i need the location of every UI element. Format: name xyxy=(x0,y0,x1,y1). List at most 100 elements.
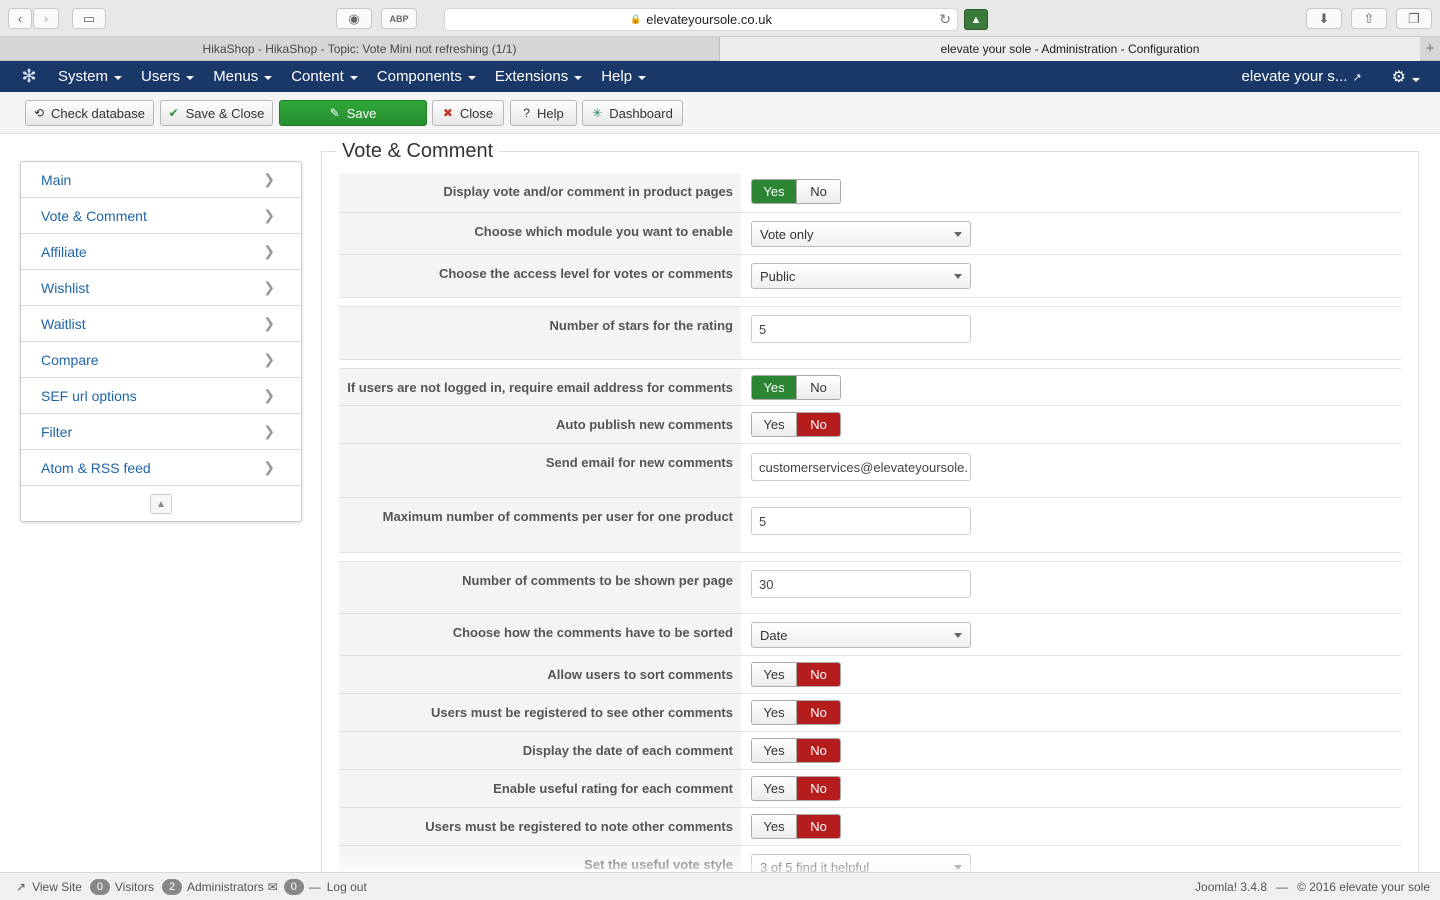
address-bar[interactable]: 🔒 elevateyoursole.co.uk ↻ xyxy=(444,8,958,31)
setting-row-send-email: Send email for new comments customerserv… xyxy=(339,444,1401,498)
registered-see-toggle[interactable]: Yes No xyxy=(751,700,841,725)
chevron-right-icon: ❯ xyxy=(263,351,275,367)
sidebar-item-wishlist[interactable]: Wishlist ❯ xyxy=(21,270,301,306)
no-option[interactable]: No xyxy=(796,180,840,203)
messages-badge[interactable]: 0 xyxy=(283,878,304,895)
no-option[interactable]: No xyxy=(796,777,840,800)
extension-icon[interactable]: ▲ xyxy=(964,9,988,30)
visitors-badge: 0 xyxy=(89,878,110,895)
yes-option[interactable]: Yes xyxy=(752,376,796,399)
dashboard-button[interactable]: ✳ Dashboard xyxy=(582,100,683,126)
sidebar-item-atom-rss[interactable]: Atom & RSS feed ❯ xyxy=(21,450,301,486)
downloads-icon[interactable]: ⬇ xyxy=(1306,8,1342,29)
sidebar-item-filter[interactable]: Filter ❯ xyxy=(21,414,301,450)
menu-components[interactable]: Components xyxy=(377,68,476,85)
menu-menus[interactable]: Menus xyxy=(213,68,273,85)
check-database-button[interactable]: ⟲ Check database xyxy=(25,100,154,126)
check-icon: ✔ xyxy=(168,106,179,120)
sidebar-toggle-icon[interactable]: ▭ xyxy=(72,8,106,29)
sidebar-item-main[interactable]: Main ❯ xyxy=(21,162,301,198)
scroll-top-icon[interactable]: ▲ xyxy=(150,494,172,514)
joomla-logo-icon[interactable]: ✻ xyxy=(0,66,58,87)
no-option[interactable]: No xyxy=(796,701,840,724)
privacy-extension-icon[interactable]: ◉ xyxy=(336,8,372,29)
access-level-select[interactable]: Public xyxy=(751,263,971,289)
useful-rating-toggle[interactable]: Yes No xyxy=(751,776,841,801)
help-button[interactable]: ? Help xyxy=(510,100,577,126)
setting-label: Choose which module you want to enable xyxy=(339,213,741,254)
yes-option[interactable]: Yes xyxy=(752,777,796,800)
admin-navbar: ✻ System Users Menus Content Components … xyxy=(0,61,1440,92)
sidebar-item-sef-url[interactable]: SEF url options ❯ xyxy=(21,378,301,414)
setting-row-max-comments: Maximum number of comments per user for … xyxy=(339,498,1401,553)
setting-row-useful-rating: Enable useful rating for each comment Ye… xyxy=(339,770,1401,808)
menu-system[interactable]: System xyxy=(58,68,123,85)
no-option[interactable]: No xyxy=(796,376,840,399)
tabs-overview-icon[interactable]: ❐ xyxy=(1396,8,1432,29)
yes-option[interactable]: Yes xyxy=(752,663,796,686)
show-date-toggle[interactable]: Yes No xyxy=(751,738,841,763)
auto-publish-toggle[interactable]: Yes No xyxy=(751,412,841,437)
chevron-right-icon: ❯ xyxy=(263,171,275,187)
logout-link[interactable]: Log out xyxy=(327,880,367,894)
comments-per-page-input[interactable]: 30 xyxy=(751,570,971,598)
back-button[interactable]: ‹ xyxy=(8,8,32,29)
max-comments-input[interactable]: 5 xyxy=(751,507,971,535)
caret-down-icon xyxy=(264,75,273,80)
yes-option[interactable]: Yes xyxy=(752,180,796,203)
module-select[interactable]: Vote only xyxy=(751,221,971,247)
menu-extensions[interactable]: Extensions xyxy=(495,68,583,85)
reload-icon[interactable]: ↻ xyxy=(939,11,951,28)
stars-input[interactable]: 5 xyxy=(751,315,971,343)
display-vote-toggle[interactable]: Yes No xyxy=(751,179,841,204)
copyright-text: © 2016 elevate your sole xyxy=(1297,880,1430,894)
setting-label: Enable useful rating for each comment xyxy=(339,770,741,807)
yes-option[interactable]: Yes xyxy=(752,701,796,724)
browser-tab[interactable]: HikaShop - HikaShop - Topic: Vote Mini n… xyxy=(0,37,720,61)
browser-tab-active[interactable]: elevate your sole - Administration - Con… xyxy=(720,37,1420,61)
view-site-link[interactable]: View Site xyxy=(32,880,82,894)
yes-option[interactable]: Yes xyxy=(752,815,796,838)
settings-rows: Display vote and/or comment in product p… xyxy=(339,173,1401,884)
sidebar-item-vote-comment[interactable]: Vote & Comment ❯ xyxy=(21,198,301,234)
menu-users[interactable]: Users xyxy=(141,68,195,85)
setting-row-sort-by: Choose how the comments have to be sorte… xyxy=(339,614,1401,656)
yes-option[interactable]: Yes xyxy=(752,739,796,762)
setting-row-require-email: If users are not logged in, require emai… xyxy=(339,368,1401,406)
setting-label: Send email for new comments xyxy=(339,444,741,497)
share-icon[interactable]: ⇧ xyxy=(1351,8,1387,29)
envelope-icon: ✉ xyxy=(267,879,278,894)
new-tab-icon[interactable]: + xyxy=(1420,37,1440,60)
external-link-icon: ↗ xyxy=(1352,72,1362,84)
sidebar-item-waitlist[interactable]: Waitlist ❯ xyxy=(21,306,301,342)
site-link[interactable]: elevate your s... ↗ xyxy=(1242,68,1362,85)
caret-down-icon xyxy=(186,75,195,80)
save-button[interactable]: ✎ Save xyxy=(279,100,427,126)
sidebar-item-affiliate[interactable]: Affiliate ❯ xyxy=(21,234,301,270)
yes-option[interactable]: Yes xyxy=(752,413,796,436)
registered-note-toggle[interactable]: Yes No xyxy=(751,814,841,839)
chevron-right-icon: ❯ xyxy=(263,243,275,259)
gear-icon[interactable]: ⚙ xyxy=(1392,67,1420,87)
save-close-button[interactable]: ✔ Save & Close xyxy=(160,100,273,126)
allow-sort-toggle[interactable]: Yes No xyxy=(751,662,841,687)
adblock-icon[interactable]: ABP xyxy=(381,8,417,29)
refresh-icon: ⟲ xyxy=(33,106,45,120)
joomla-version: Joomla! 3.4.8 xyxy=(1195,880,1268,894)
require-email-toggle[interactable]: Yes No xyxy=(751,375,841,400)
no-option[interactable]: No xyxy=(796,739,840,762)
menu-content[interactable]: Content xyxy=(291,68,358,85)
setting-label: Number of stars for the rating xyxy=(339,307,741,359)
caret-down-icon xyxy=(638,75,647,80)
forward-button[interactable]: › xyxy=(33,8,59,29)
no-option[interactable]: No xyxy=(796,413,840,436)
menu-help[interactable]: Help xyxy=(601,68,647,85)
close-button[interactable]: ✖ Close xyxy=(432,100,504,126)
no-option[interactable]: No xyxy=(796,663,840,686)
chevron-right-icon: ❯ xyxy=(263,423,275,439)
no-option[interactable]: No xyxy=(796,815,840,838)
sort-order-select[interactable]: Date xyxy=(751,622,971,648)
visitors-label: Visitors xyxy=(114,879,154,894)
sidebar-item-compare[interactable]: Compare ❯ xyxy=(21,342,301,378)
notification-email-input[interactable]: customerservices@elevateyoursole. xyxy=(751,453,971,481)
